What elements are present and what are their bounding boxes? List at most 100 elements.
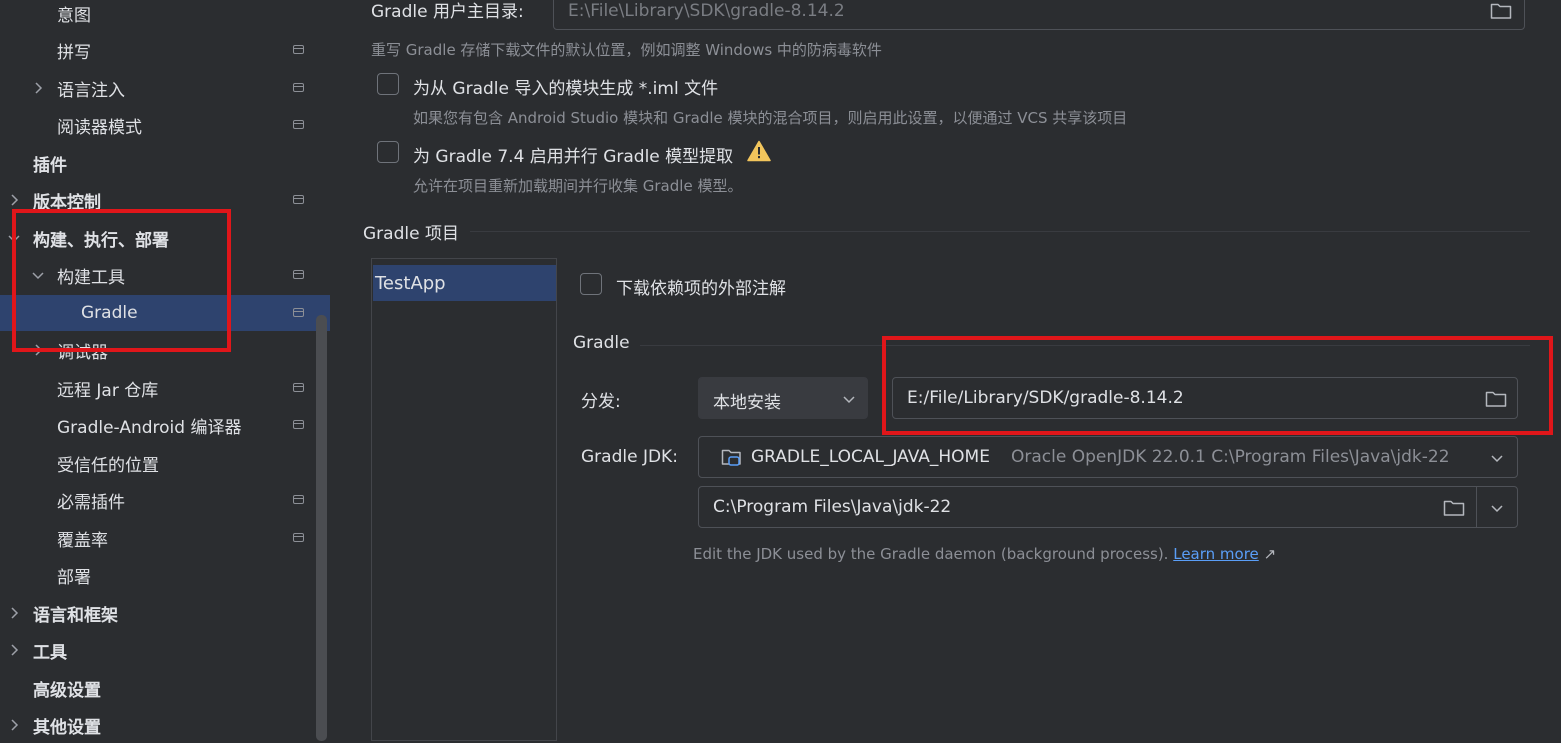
project-scope-icon (293, 83, 304, 92)
chevron-right-icon[interactable] (6, 717, 22, 733)
distribution-path-field[interactable]: E:/File/Library/SDK/gradle-8.14.2 (892, 377, 1518, 419)
sidebar-item-label: 意图 (57, 5, 91, 26)
project-scope-icon (293, 45, 304, 54)
gradle-section-title: Gradle (573, 333, 630, 353)
gradle-settings-panel: Gradle 用户主目录: E:\File\Library\SDK\gradle… (330, 0, 1561, 741)
project-item-testapp[interactable]: TestApp (373, 265, 556, 301)
warning-icon (747, 140, 771, 162)
chevron-right-icon[interactable] (6, 192, 22, 208)
field-divider (1476, 487, 1477, 527)
project-scope-icon (293, 495, 304, 504)
sidebar-item-label: 构建、执行、部署 (33, 230, 169, 251)
gradle-user-home-label: Gradle 用户主目录: (371, 2, 524, 22)
sidebar-item-label: 拼写 (57, 42, 91, 63)
sidebar-item-label: 远程 Jar 仓库 (57, 380, 159, 401)
project-scope-icon (293, 420, 304, 429)
folder-icon[interactable] (1485, 390, 1507, 408)
folder-icon[interactable] (1490, 2, 1512, 20)
parallel-model-checkbox[interactable] (377, 141, 399, 163)
sidebar-item-deployment[interactable]: 部署 (57, 557, 91, 593)
chevron-down-icon[interactable] (6, 230, 22, 246)
sidebar-item-intentions[interactable]: 意图 (57, 0, 91, 31)
chevron-down-icon (841, 391, 857, 407)
distribution-label: 分发: (581, 392, 621, 412)
chevron-right-icon[interactable] (30, 80, 46, 96)
sidebar-item-spelling[interactable]: 拼写 (57, 32, 330, 68)
jdk-folder-icon (721, 448, 745, 468)
sidebar-item-label: 高级设置 (33, 680, 101, 701)
learn-more-link[interactable]: Learn more (1173, 545, 1259, 563)
sidebar-item-advanced-settings[interactable]: 高级设置 (33, 670, 101, 706)
parallel-option-hint: 允许在项目重新加载期间并行收集 Gradle 模型。 (413, 177, 743, 195)
sidebar-item-plugins[interactable]: 插件 (33, 145, 67, 181)
sidebar-item-label: Gradle-Android 编译器 (57, 417, 242, 438)
jdk-path-field[interactable]: C:\Program Files\Java\jdk-22 (698, 486, 1518, 528)
sidebar-item-remote-jar-repos[interactable]: 远程 Jar 仓库 (57, 370, 330, 406)
sidebar-item-label: 插件 (33, 155, 67, 176)
sidebar-item-trusted-locations[interactable]: 受信任的位置 (57, 445, 159, 481)
sidebar-item-language-injection[interactable]: 语言注入 (0, 70, 330, 106)
sidebar-item-label: 其他设置 (33, 717, 101, 738)
folder-icon[interactable] (1443, 499, 1465, 517)
sidebar-item-required-plugins[interactable]: 必需插件 (57, 482, 330, 518)
sidebar-item-label: 构建工具 (57, 267, 125, 288)
sidebar-item-reader-mode[interactable]: 阅读器模式 (57, 107, 330, 143)
sidebar-item-other-settings[interactable]: 其他设置 (0, 707, 310, 743)
project-scope-icon (293, 308, 304, 317)
sidebar-item-label: 工具 (33, 642, 67, 663)
download-annotations-label[interactable]: 下载依赖项的外部注解 (616, 274, 786, 299)
sidebar-item-label: 覆盖率 (57, 530, 108, 551)
sidebar-item-label: 阅读器模式 (57, 117, 142, 138)
gradle-jdk-hint-text: Edit the JDK used by the Gradle daemon (… (693, 545, 1169, 563)
sidebar-item-build-execution-deployment[interactable]: 构建、执行、部署 (0, 220, 330, 256)
gradle-projects-list: TestApp (371, 258, 557, 741)
sidebar-item-label: 版本控制 (33, 192, 101, 213)
chevron-down-icon[interactable] (1489, 500, 1505, 516)
sidebar-item-build-tools[interactable]: 构建工具 (0, 257, 330, 293)
sidebar-item-version-control[interactable]: 版本控制 (0, 182, 330, 218)
chevron-right-icon[interactable] (6, 605, 22, 621)
sidebar-item-tools[interactable]: 工具 (0, 632, 310, 668)
download-annotations-checkbox[interactable] (580, 273, 602, 295)
gradle-jdk-label: Gradle JDK: (581, 447, 678, 467)
sidebar-item-gradle-android-compiler[interactable]: Gradle-Android 编译器 (57, 407, 330, 443)
gradle-jdk-select[interactable]: GRADLE_LOCAL_JAVA_HOME Oracle OpenJDK 22… (698, 436, 1518, 478)
chevron-right-icon[interactable] (30, 342, 46, 358)
sidebar-item-label: 必需插件 (57, 492, 125, 513)
section-separator (470, 231, 1530, 232)
sidebar-item-gradle[interactable]: Gradle (0, 295, 330, 331)
sidebar-scrollbar[interactable] (316, 315, 327, 741)
project-item-label: TestApp (375, 272, 446, 294)
sidebar-item-label: 部署 (57, 567, 91, 588)
iml-option-label[interactable]: 为从 Gradle 导入的模块生成 *.iml 文件 (413, 74, 718, 99)
section-separator (640, 345, 1530, 346)
gradle-jdk-name: GRADLE_LOCAL_JAVA_HOME (751, 447, 990, 467)
jdk-path-value: C:\Program Files\Java\jdk-22 (713, 497, 952, 517)
parallel-option-label[interactable]: 为 Gradle 7.4 启用并行 Gradle 模型提取 (413, 142, 733, 167)
chevron-down-icon[interactable] (30, 267, 46, 283)
sidebar-item-label: 调试器 (57, 342, 108, 363)
iml-option-hint: 如果您有包含 Android Studio 模块和 Gradle 模块的混合项目… (413, 109, 1128, 127)
sidebar-item-debugger[interactable]: 调试器 (0, 332, 310, 368)
distribution-select[interactable]: 本地安装 (698, 377, 868, 419)
gradle-user-home-hint: 重写 Gradle 存储下载文件的默认位置，例如调整 Windows 中的防病毒… (371, 41, 882, 59)
project-scope-icon (293, 120, 304, 129)
settings-sidebar: 意图 拼写 语言注入 阅读器模式 插件 版本控制 构建、执行、部署 构建工具 G… (0, 0, 330, 741)
chevron-right-icon[interactable] (6, 642, 22, 658)
gradle-jdk-detail: Oracle OpenJDK 22.0.1 C:\Program Files\J… (1011, 447, 1450, 467)
sidebar-item-label: 受信任的位置 (57, 455, 159, 476)
gradle-jdk-hint: Edit the JDK used by the Gradle daemon (… (693, 545, 1276, 563)
sidebar-item-label: Gradle (81, 303, 138, 323)
external-link-icon: ↗ (1263, 545, 1277, 563)
gradle-user-home-field[interactable]: E:\File\Library\SDK\gradle-8.14.2 (553, 0, 1525, 30)
gradle-projects-title: Gradle 项目 (363, 224, 459, 244)
sidebar-item-label: 语言注入 (57, 80, 125, 101)
sidebar-item-coverage[interactable]: 覆盖率 (57, 520, 330, 556)
sidebar-item-label: 语言和框架 (33, 605, 118, 626)
distribution-select-value: 本地安装 (713, 393, 781, 413)
project-scope-icon (293, 270, 304, 279)
sidebar-item-languages-frameworks[interactable]: 语言和框架 (0, 595, 310, 631)
iml-checkbox[interactable] (377, 73, 399, 95)
chevron-down-icon (1489, 450, 1505, 466)
gradle-user-home-value: E:\File\Library\SDK\gradle-8.14.2 (568, 1, 845, 21)
